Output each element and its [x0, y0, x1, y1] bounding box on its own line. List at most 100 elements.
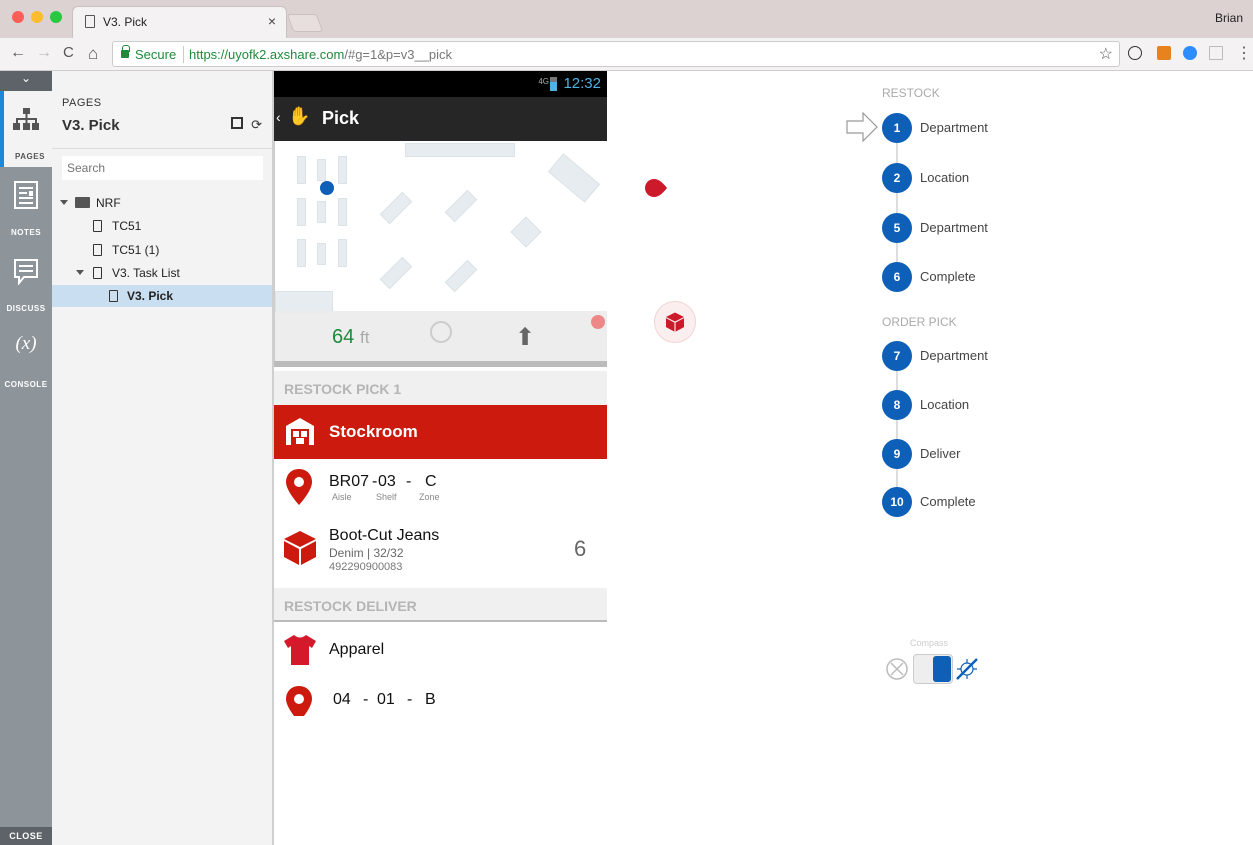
- discuss-icon: [14, 259, 38, 285]
- close-panel-button[interactable]: CLOSE: [0, 827, 52, 845]
- flow-section-header: RESTOCK: [882, 86, 940, 100]
- tree-item-label: TC51: [112, 219, 142, 233]
- item-row[interactable]: Boot-Cut Jeans Denim | 32/32 49229090008…: [274, 515, 607, 577]
- notes-icon: [14, 181, 38, 209]
- current-step-arrow-icon: [846, 112, 878, 142]
- rail-tab-pages[interactable]: PAGES: [0, 91, 52, 167]
- address-bar[interactable]: Secure https://uyofk2.axshare.com/#g=1&p…: [112, 41, 1120, 67]
- department-row[interactable]: Apparel: [274, 624, 607, 674]
- step-label: Location: [920, 397, 970, 412]
- panel-extension-icon[interactable]: [1209, 46, 1223, 60]
- url-host: https://uyofk2.axshare.com: [189, 47, 345, 62]
- rail-tab-notes[interactable]: NOTES: [0, 167, 52, 243]
- step-label: Location: [920, 170, 970, 185]
- tree-item-label: TC51 (1): [112, 243, 160, 257]
- rail-tab-console[interactable]: (x) CONSOLE: [0, 319, 52, 395]
- compass-on-icon[interactable]: [955, 657, 979, 681]
- department-row[interactable]: Stockroom: [274, 405, 607, 459]
- axure-left-rail: ⌄ PAGES NOTES DISCUSS (x) CONSOLE CLOSE: [0, 71, 52, 845]
- reload-icon[interactable]: C: [63, 44, 74, 61]
- folder-icon: [75, 197, 90, 208]
- aisle-label: Aisle: [332, 492, 352, 502]
- back-icon[interactable]: ←: [10, 44, 26, 62]
- section-header: RESTOCK PICK 1: [274, 371, 607, 405]
- rail-tab-discuss[interactable]: DISCUSS: [0, 243, 52, 319]
- expand-triangle-icon[interactable]: [60, 200, 68, 205]
- forward-icon[interactable]: →: [36, 44, 52, 62]
- close-window-button[interactable]: [12, 11, 24, 23]
- password-extension-icon[interactable]: [1128, 46, 1142, 60]
- step-number: 9: [882, 439, 912, 469]
- beacon-lock-icon[interactable]: [430, 321, 452, 343]
- bookmark-star-icon[interactable]: ☆: [1099, 44, 1113, 64]
- tab-close-button[interactable]: ×: [268, 13, 276, 29]
- minimize-window-button[interactable]: [31, 11, 43, 23]
- page-icon: [93, 244, 102, 256]
- map-fixture: [510, 216, 542, 248]
- flow-section-header: ORDER PICK: [882, 315, 957, 329]
- rail-label: DISCUSS: [6, 304, 46, 313]
- separator: -: [407, 691, 413, 708]
- warehouse-icon: [286, 418, 314, 445]
- browser-tab-strip: V3. Pick × Brian: [0, 0, 1253, 38]
- browser-menu-icon[interactable]: ⋮: [1236, 43, 1252, 63]
- tree-item-page[interactable]: TC51 (1): [52, 239, 272, 261]
- location-row[interactable]: BR07 - 03 - C Aisle Shelf Zone: [274, 459, 607, 515]
- tree-item-page[interactable]: TC51: [52, 215, 272, 237]
- zebra-hand-icon: ✋: [288, 106, 311, 126]
- tree-item-page-selected[interactable]: V3. Pick: [52, 285, 272, 307]
- panel-section-label: PAGES: [62, 97, 102, 109]
- location-row[interactable]: 04 - 01 - B: [274, 674, 607, 716]
- variable-icon: (x): [15, 333, 37, 354]
- tree-item-folder[interactable]: NRF: [52, 192, 272, 214]
- map-shelf: [297, 198, 306, 226]
- compass-label: Compass: [910, 638, 949, 648]
- step-label: Complete: [920, 494, 976, 509]
- fox-extension-icon[interactable]: [1157, 46, 1171, 60]
- signal-icon: 4G: [538, 77, 549, 86]
- phone-prototype: 4G 12:32 ‹ ✋ Pick 64 ft ⬆ RESTOCK PICK 1…: [274, 71, 607, 716]
- map-counter: [405, 143, 515, 157]
- tree-item-page[interactable]: V3. Task List: [52, 262, 272, 284]
- step-label: Department: [920, 348, 988, 363]
- expand-triangle-icon[interactable]: [76, 270, 84, 275]
- compass-toggle-switch[interactable]: [913, 654, 953, 684]
- destination-dot: [591, 315, 605, 329]
- map-shelf: [297, 239, 306, 267]
- store-map[interactable]: 64 ft ⬆: [274, 141, 607, 361]
- hotspot-cursor-icon[interactable]: ⟳: [251, 117, 262, 132]
- url-text: https://uyofk2.axshare.com/#g=1&p=v3__pi…: [189, 47, 452, 62]
- step-label: Deliver: [920, 446, 961, 461]
- secure-label: Secure: [135, 47, 177, 62]
- page-icon: [109, 290, 118, 302]
- shelf-value: 03: [378, 473, 396, 490]
- location-pin-icon: [286, 686, 312, 716]
- destination-pin-marker: [645, 179, 667, 197]
- open-external-icon[interactable]: [231, 117, 244, 129]
- maximize-window-button[interactable]: [50, 11, 62, 23]
- collapse-toggle[interactable]: ⌄: [0, 71, 52, 91]
- step-number: 8: [882, 390, 912, 420]
- browser-tab[interactable]: V3. Pick ×: [72, 6, 287, 38]
- page-icon: [93, 267, 102, 279]
- step-label: Department: [920, 220, 988, 235]
- page-icon: [93, 220, 102, 232]
- back-chevron-icon[interactable]: ‹: [276, 109, 281, 125]
- map-table: [379, 256, 413, 290]
- page-search-input[interactable]: [62, 156, 263, 180]
- item-detail: Denim | 32/32: [329, 546, 404, 560]
- section-header: RESTOCK DELIVER: [274, 588, 607, 622]
- map-shelf: [317, 243, 326, 265]
- video-extension-icon[interactable]: [1183, 46, 1197, 60]
- new-tab-button[interactable]: [286, 14, 324, 32]
- distance-unit: ft: [360, 328, 370, 347]
- item-marker[interactable]: [654, 301, 696, 343]
- compass-off-icon[interactable]: [886, 658, 908, 680]
- map-table: [444, 189, 478, 223]
- home-icon[interactable]: ⌂: [88, 44, 98, 64]
- aisle-value: 04: [333, 691, 351, 708]
- item-quantity: 6: [574, 536, 587, 561]
- direction-arrow-icon: ⬆: [515, 324, 536, 351]
- step-label: Department: [920, 120, 988, 135]
- profile-name[interactable]: Brian: [1215, 11, 1243, 25]
